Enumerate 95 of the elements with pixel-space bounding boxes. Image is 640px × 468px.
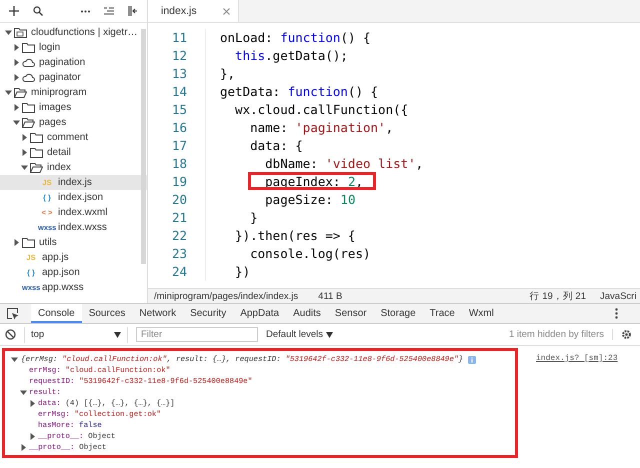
tree-item[interactable]: login	[0, 40, 147, 55]
tree-item[interactable]: detail	[0, 145, 147, 160]
collapsed-triangle-icon[interactable]	[13, 104, 20, 111]
add-icon[interactable]	[9, 6, 19, 16]
line-number: 22	[148, 227, 206, 245]
clear-console-icon[interactable]	[5, 329, 16, 340]
line-number: 11	[148, 29, 206, 47]
line-number: 23	[148, 245, 206, 263]
line-number: 14	[148, 83, 206, 101]
devtools-tab[interactable]: Audits	[286, 304, 328, 323]
code-line: wx.cloud.callFunction({	[234, 101, 408, 119]
expanded-triangle-icon[interactable]	[11, 356, 18, 363]
collapse-icon[interactable]	[128, 6, 138, 16]
language-label[interactable]: JavaScri	[600, 290, 640, 302]
tree-item[interactable]: paginator	[0, 70, 147, 85]
cloud-icon	[22, 73, 35, 82]
code-line: data: {	[249, 137, 303, 155]
devtools-tab[interactable]: Security	[183, 304, 234, 323]
code-line: }	[249, 209, 258, 227]
folder-icon	[22, 102, 35, 112]
more-icon[interactable]	[81, 10, 90, 12]
devtools-tab[interactable]: Console	[31, 304, 82, 323]
editor-tab[interactable]: index.js	[148, 0, 239, 22]
folder-icon	[22, 42, 35, 52]
tree-item[interactable]: index	[0, 160, 147, 175]
collapsed-triangle-icon[interactable]	[13, 239, 20, 246]
collapsed-triangle-icon[interactable]	[20, 444, 27, 451]
expanded-triangle-icon[interactable]	[13, 119, 20, 126]
devtools-tab[interactable]: Sensor	[328, 304, 374, 323]
file-size: 411 B	[318, 290, 342, 302]
devtools-tab[interactable]: Sources	[82, 304, 132, 323]
collapsed-triangle-icon[interactable]	[13, 74, 20, 81]
tree-item[interactable]: pages	[0, 115, 147, 130]
code-line: },	[220, 65, 236, 83]
code-line: console.log(res)	[249, 245, 371, 263]
more-icon[interactable]	[615, 308, 618, 319]
code-line: this.getData();	[234, 47, 348, 65]
inspect-icon[interactable]	[7, 308, 19, 320]
line-number: 17	[148, 137, 206, 155]
collapsed-triangle-icon[interactable]	[13, 59, 20, 66]
devtools-tab[interactable]: Trace	[422, 304, 462, 323]
tree-item[interactable]: comment	[0, 130, 147, 145]
cloud-icon	[22, 58, 35, 67]
filter-field[interactable]: Filter	[136, 327, 258, 342]
line-number: 13	[148, 65, 206, 83]
code-line: }).then(res => {	[234, 227, 356, 245]
tab-label[interactable]: index.js	[161, 5, 197, 17]
collapsed-triangle-icon[interactable]	[13, 44, 20, 51]
line-number: 21	[148, 209, 206, 227]
hidden-items-note: 1 item hidden by filters	[508, 329, 613, 340]
folder-icon	[22, 238, 35, 248]
context-dropdown[interactable]: top	[24, 326, 128, 342]
caret-icon	[114, 332, 121, 338]
code-line: })	[234, 263, 250, 281]
expanded-triangle-icon[interactable]	[5, 29, 12, 36]
list-icon[interactable]	[104, 7, 114, 15]
expanded-triangle-icon[interactable]	[5, 89, 12, 96]
tree-item[interactable]: utils	[0, 235, 147, 250]
search-icon[interactable]	[33, 6, 43, 16]
code-line: getData: function() {	[220, 83, 378, 101]
tree-item[interactable]: images	[0, 100, 147, 115]
close-icon[interactable]	[222, 8, 230, 14]
line-number: 16	[148, 119, 206, 137]
tree-item[interactable]: miniprogram	[0, 85, 147, 100]
expanded-triangle-icon[interactable]	[20, 389, 27, 396]
code-line: onLoad: function() {	[220, 29, 371, 47]
code-line: pageSize: 10	[264, 191, 356, 209]
line-number: 19	[148, 173, 206, 191]
code-line: dbName: 'video list',	[264, 155, 424, 173]
devtools-tab[interactable]: Storage	[374, 304, 423, 323]
collapsed-triangle-icon[interactable]	[21, 149, 28, 156]
line-number: 12	[148, 47, 206, 65]
caret-icon	[326, 332, 334, 338]
tree-item[interactable]: pagination	[0, 55, 147, 70]
line-number: 20	[148, 191, 206, 209]
collapsed-triangle-icon[interactable]	[29, 433, 36, 440]
devtools-tab[interactable]: Network	[132, 304, 184, 323]
levels-dropdown[interactable]: Default levels	[266, 329, 334, 340]
devtools-tab[interactable]: AppData	[233, 304, 286, 323]
folder-icon	[30, 148, 43, 158]
file-path: /miniprogram/pages/index/index.js	[154, 290, 298, 302]
code-line: name: 'pagination',	[249, 119, 394, 137]
source-link[interactable]: index.js? [sm]:23	[536, 354, 618, 363]
line-number: 15	[148, 101, 206, 119]
cursor-position: 行 19，列 21	[530, 290, 586, 302]
expanded-triangle-icon[interactable]	[21, 164, 28, 171]
settings-icon[interactable]	[621, 329, 632, 340]
scrollbar[interactable]	[141, 29, 146, 264]
line-number: 24	[148, 263, 206, 281]
collapsed-triangle-icon[interactable]	[29, 400, 36, 407]
folder-icon	[30, 132, 43, 142]
collapsed-triangle-icon[interactable]	[21, 134, 28, 141]
devtools-tab[interactable]: Wxml	[462, 304, 501, 323]
tree-item[interactable]: cloudfunctions | xigetr…	[0, 25, 147, 40]
line-number: 18	[148, 155, 206, 173]
